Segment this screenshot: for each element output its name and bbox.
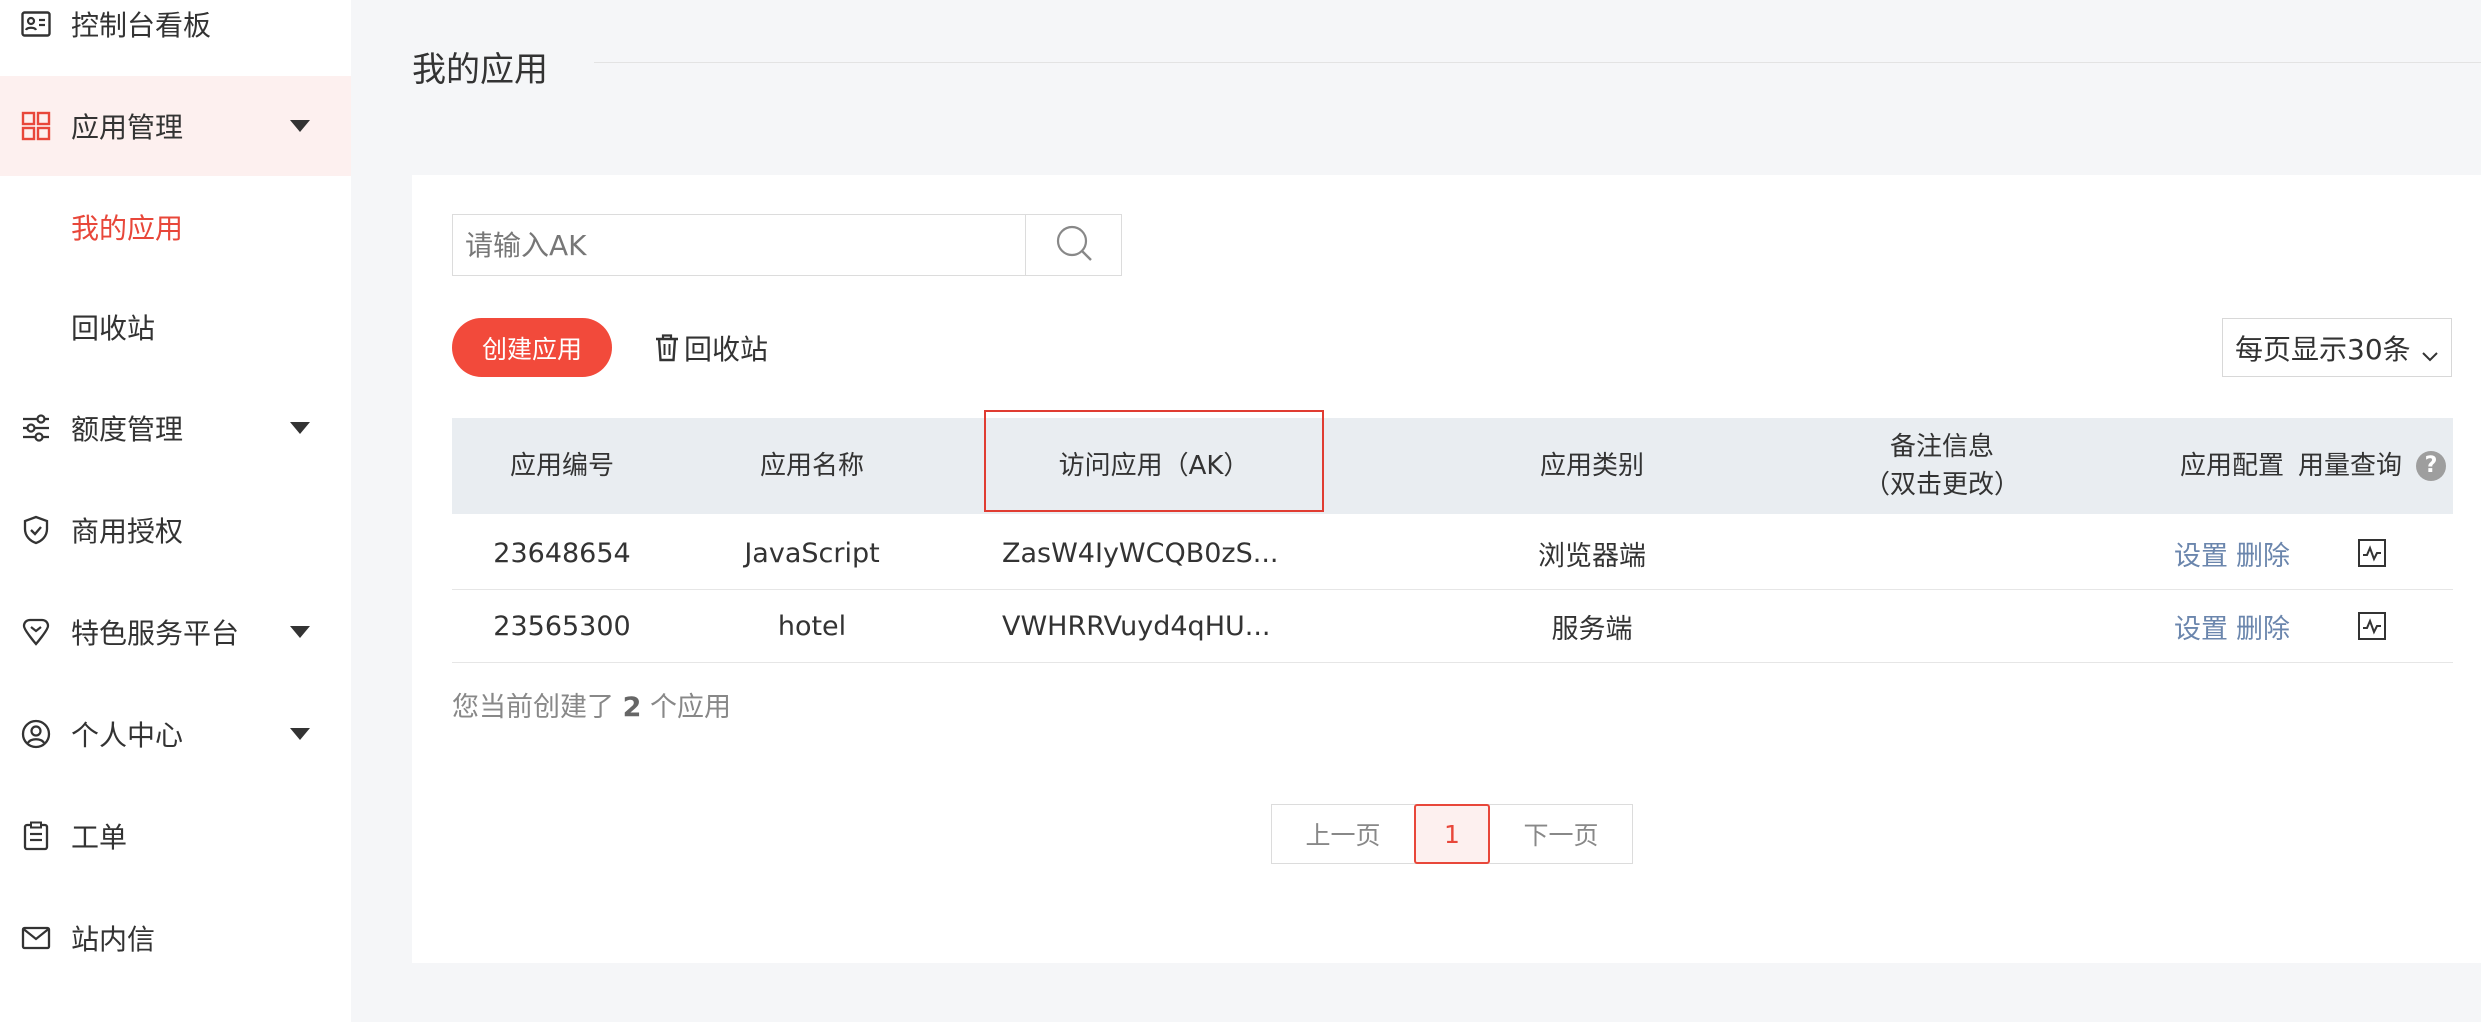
sidebar-item-quota[interactable]: 额度管理 [0, 378, 351, 478]
id-card-icon [20, 8, 52, 40]
column-header-usage-label: 用量查询 [2297, 451, 2402, 481]
settings-link[interactable]: 设置 [2174, 607, 2228, 646]
page-title: 我的应用 [412, 50, 548, 90]
column-header-ak: 访问应用（AK） [1058, 451, 1250, 481]
sidebar-item-work-order[interactable]: 工单 [0, 786, 351, 886]
diamond-icon [20, 616, 52, 648]
cell-app-type: 浏览器端 [1538, 540, 1646, 572]
page-size-value: 每页显示30条 [2235, 332, 2411, 366]
cell-app-config: 设置 删除 [2152, 590, 2312, 662]
table-header: 应用编号 应用名称 访问应用（AK） 应用类别 备注信息 （双击更改） 应用配置… [452, 418, 2453, 514]
column-header-type: 应用类别 [1539, 451, 1644, 481]
caret-down-icon [290, 422, 310, 434]
sidebar: 控制台看板 应用管理 我的应用 回收站 额度管理 商用授权 特色服务平台 个人中 [0, 0, 351, 1022]
usage-chart-icon[interactable] [2357, 611, 2387, 641]
usage-chart-icon[interactable] [2357, 538, 2387, 568]
cell-app-remark[interactable] [1762, 517, 2122, 589]
sidebar-item-messages[interactable]: 站内信 [0, 888, 351, 988]
sidebar-item-label: 商用授权 [71, 515, 184, 548]
caret-down-icon [290, 626, 310, 638]
pagination: 上一页 1 下一页 [1271, 804, 1633, 864]
search-icon [1054, 223, 1094, 267]
sidebar-item-label: 控制台看板 [71, 9, 212, 42]
column-header-remark-line1: 备注信息 [1889, 432, 1994, 462]
sidebar-item-dashboard[interactable]: 控制台看板 [0, 0, 351, 74]
help-icon[interactable]: ? [2416, 451, 2446, 481]
delete-link[interactable]: 删除 [2236, 607, 2290, 646]
cell-app-type: 服务端 [1551, 613, 1633, 645]
recycle-bin-link[interactable]: 回收站 [654, 326, 768, 370]
sidebar-item-personal-center[interactable]: 个人中心 [0, 684, 351, 784]
cell-app-ak[interactable]: ZasW4IyWCQB0zS... [1002, 517, 1332, 589]
column-header-remark-line2: （双击更改） [1863, 470, 2020, 500]
sidebar-item-commercial-license[interactable]: 商用授权 [0, 480, 351, 580]
app-count-summary: 您当前创建了 2 个应用 [452, 685, 731, 724]
cell-app-id: 23648654 [493, 537, 631, 569]
sidebar-subitem-my-apps[interactable]: 我的应用 [71, 207, 183, 247]
summary-prefix: 您当前创建了 [452, 692, 614, 723]
summary-suffix: 个应用 [649, 692, 731, 723]
sidebar-item-label: 应用管理 [71, 111, 184, 144]
sidebar-item-label: 站内信 [71, 923, 156, 956]
prev-page-button[interactable]: 上一页 [1272, 805, 1414, 863]
sidebar-subitem-recycle-bin[interactable]: 回收站 [71, 307, 155, 347]
recycle-bin-label: 回收站 [684, 333, 769, 366]
column-header-remark: 备注信息 （双击更改） [1762, 418, 2122, 514]
sidebar-item-label: 额度管理 [71, 413, 184, 446]
cell-app-remark[interactable] [1762, 590, 2122, 662]
caret-down-icon [290, 728, 310, 740]
page-number-current[interactable]: 1 [1414, 804, 1490, 864]
delete-link[interactable]: 删除 [2236, 534, 2290, 573]
cell-app-usage [2322, 590, 2422, 662]
summary-count: 2 [622, 692, 642, 723]
search-button[interactable] [1025, 215, 1121, 275]
clipboard-icon [20, 820, 52, 852]
cell-app-name: JavaScript [744, 537, 880, 569]
trash-icon [654, 333, 680, 363]
search-box [452, 214, 1122, 276]
sidebar-item-app-management[interactable]: 应用管理 [0, 76, 351, 176]
sidebar-item-label: 工单 [71, 821, 128, 854]
table-row: 23648654 JavaScript ZasW4IyWCQB0zS... 浏览… [452, 517, 2453, 590]
title-divider [594, 62, 2481, 63]
caret-down-icon [290, 120, 310, 132]
sidebar-item-featured-services[interactable]: 特色服务平台 [0, 582, 351, 682]
shield-icon [20, 514, 52, 546]
sidebar-item-label: 个人中心 [71, 719, 184, 752]
cell-app-ak[interactable]: VWHRRVuyd4qHU... [1002, 590, 1332, 662]
grid-icon [20, 110, 52, 142]
cell-app-usage [2322, 517, 2422, 589]
settings-link[interactable]: 设置 [2174, 534, 2228, 573]
sliders-icon [20, 412, 52, 444]
column-header-name: 应用名称 [759, 451, 864, 481]
cell-app-config: 设置 删除 [2152, 517, 2312, 589]
cell-app-id: 23565300 [493, 610, 631, 642]
column-header-usage: 用量查询 ? [2272, 418, 2472, 514]
mail-icon [20, 922, 52, 954]
next-page-button[interactable]: 下一页 [1490, 805, 1632, 863]
sidebar-item-label: 特色服务平台 [71, 617, 240, 650]
page-size-select[interactable]: 每页显示30条 [2222, 318, 2452, 377]
create-app-button[interactable]: 创建应用 [452, 318, 612, 377]
column-header-id: 应用编号 [509, 451, 614, 481]
table-row: 23565300 hotel VWHRRVuyd4qHU... 服务端 设置 删… [452, 590, 2453, 663]
user-circle-icon [20, 718, 52, 750]
chevron-down-icon [2421, 337, 2439, 370]
search-input[interactable] [453, 215, 1026, 275]
cell-app-name: hotel [777, 610, 847, 642]
